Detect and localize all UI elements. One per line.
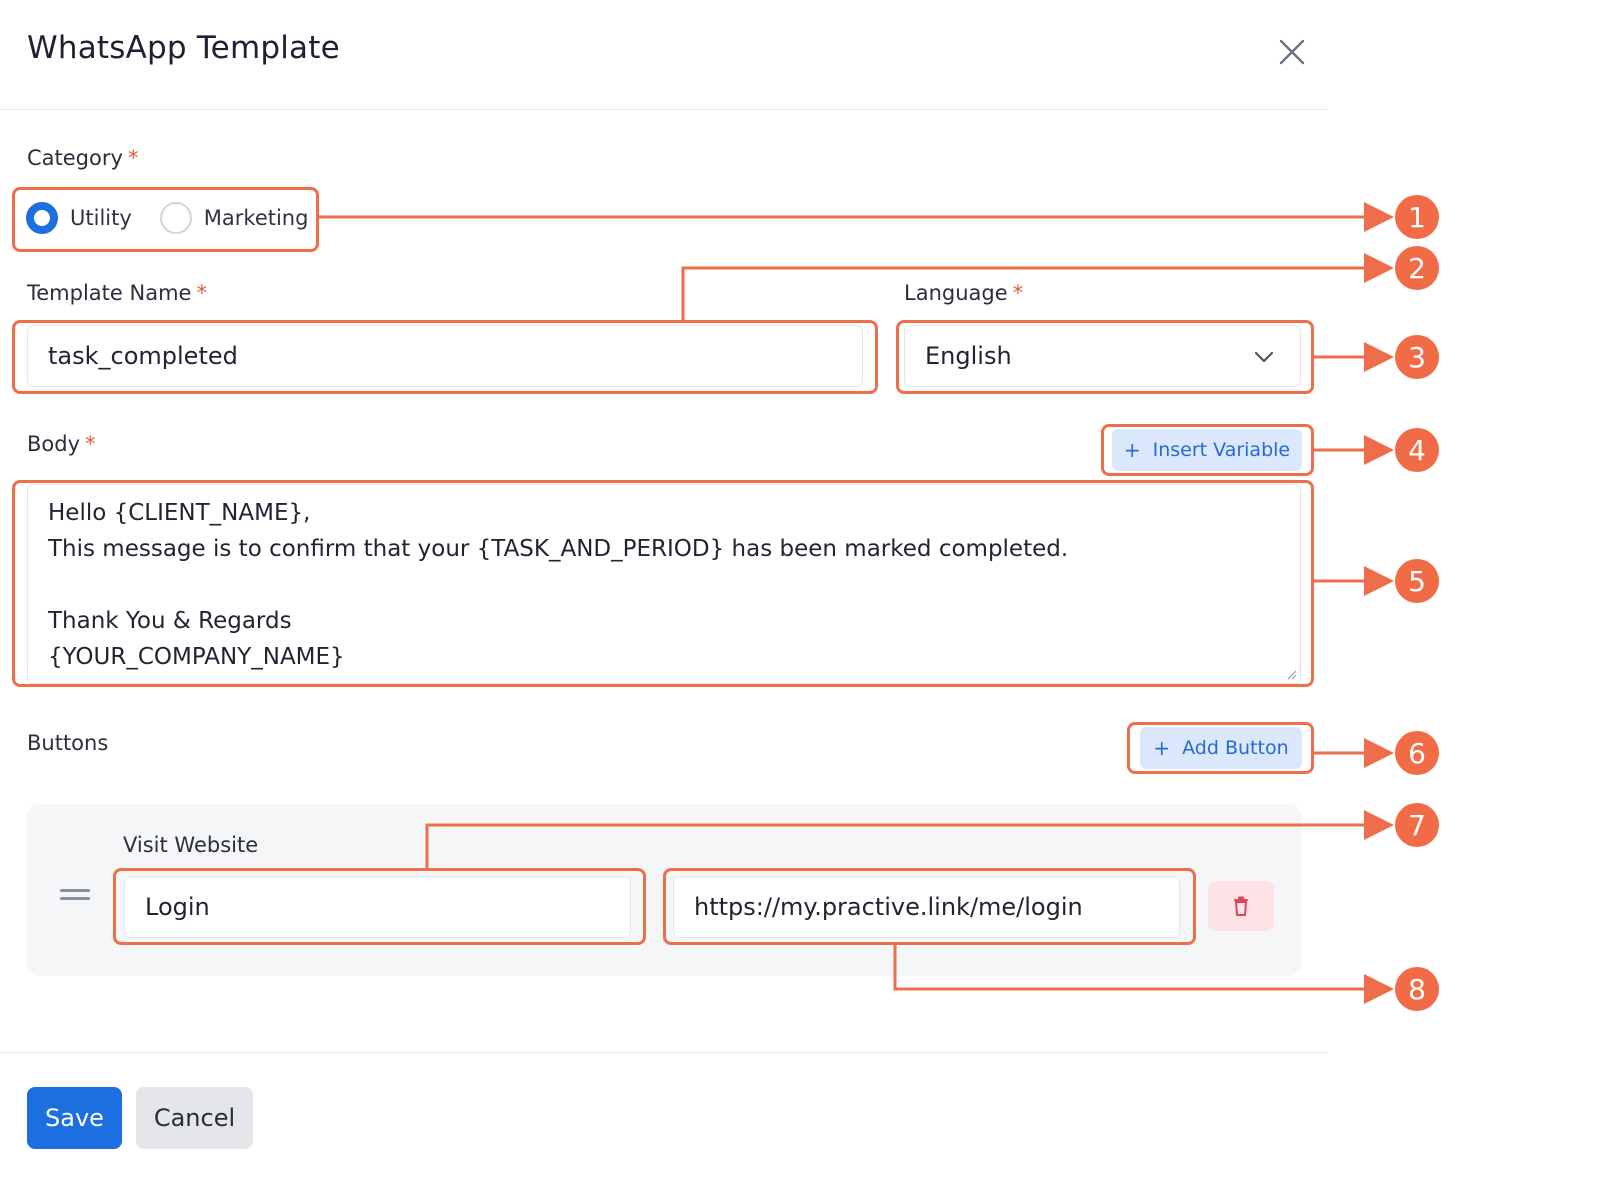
annotation-badge-5: 5 xyxy=(1395,559,1439,603)
language-label: Language * xyxy=(904,281,1024,305)
cancel-button[interactable]: Cancel xyxy=(136,1087,253,1149)
annotation-badge-6: 6 xyxy=(1395,731,1439,775)
trash-icon xyxy=(1234,896,1248,916)
category-label: Category * xyxy=(27,146,139,170)
close-button[interactable] xyxy=(1276,36,1308,68)
annotation-box-3 xyxy=(896,320,1314,394)
annotation-badge-8: 8 xyxy=(1395,967,1439,1011)
footer-divider xyxy=(0,1052,1328,1053)
header-divider xyxy=(0,109,1328,110)
annotation-box-1 xyxy=(12,187,319,252)
delete-button[interactable] xyxy=(1208,881,1274,931)
annotation-box-5 xyxy=(12,480,1314,687)
button-type-label: Visit Website xyxy=(123,833,259,857)
annotation-box-6 xyxy=(1127,722,1314,774)
dialog-title: WhatsApp Template xyxy=(27,30,340,66)
buttons-label: Buttons xyxy=(27,731,109,755)
annotation-box-2 xyxy=(12,320,878,394)
annotation-badge-3: 3 xyxy=(1395,335,1439,379)
annotation-box-7 xyxy=(113,868,646,945)
template-name-label: Template Name * xyxy=(27,281,207,305)
annotation-badge-1: 1 xyxy=(1395,195,1439,239)
save-button[interactable]: Save xyxy=(27,1087,122,1149)
annotation-badge-4: 4 xyxy=(1395,428,1439,472)
annotation-box-8 xyxy=(663,868,1196,945)
annotation-box-4 xyxy=(1101,424,1314,476)
annotation-badge-7: 7 xyxy=(1395,803,1439,847)
body-label: Body * xyxy=(27,432,96,456)
close-icon xyxy=(1279,39,1305,65)
annotation-badge-2: 2 xyxy=(1395,246,1439,290)
drag-handle-icon[interactable] xyxy=(60,889,90,903)
